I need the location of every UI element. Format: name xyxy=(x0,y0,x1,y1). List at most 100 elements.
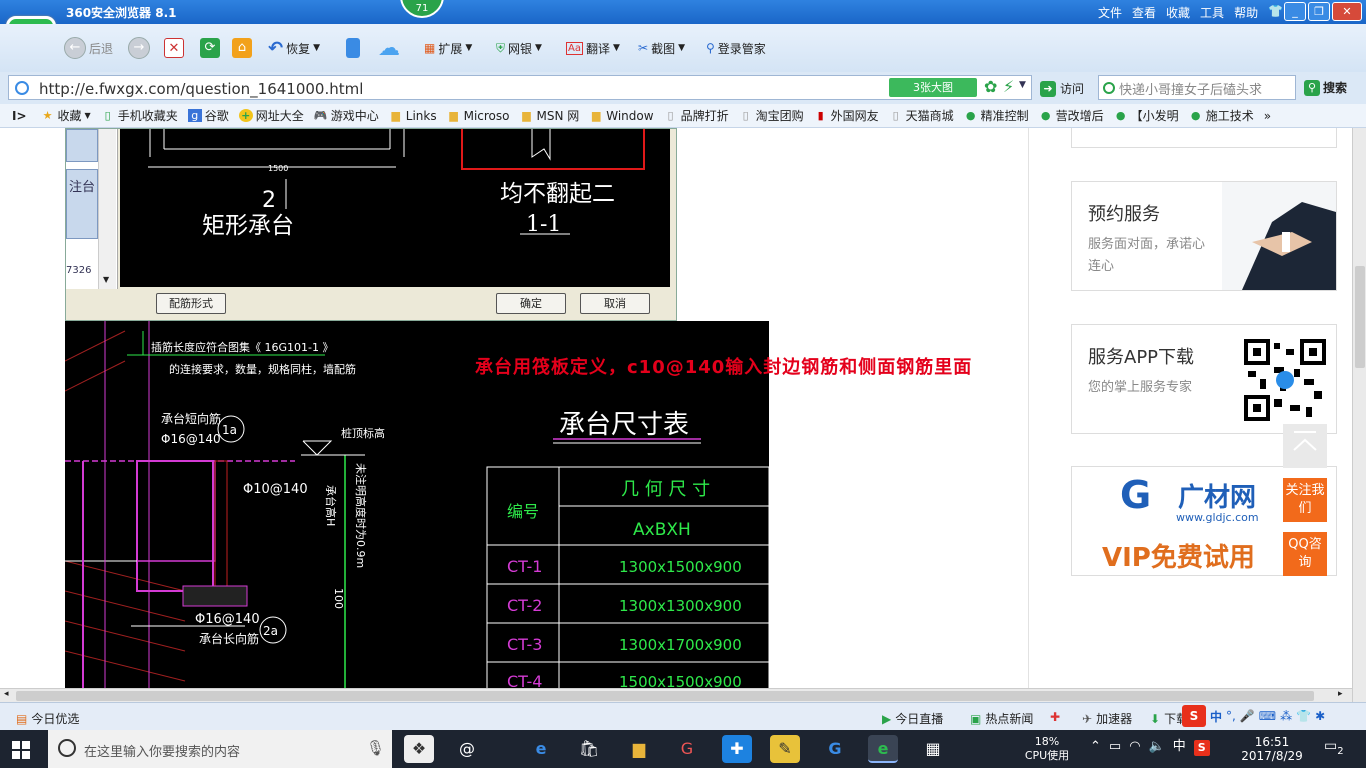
mobile-button[interactable] xyxy=(346,36,360,60)
bank-button[interactable]: ⛨ 网银 ▼ xyxy=(496,36,542,60)
menu-help[interactable]: 帮助 xyxy=(1234,4,1258,21)
swirl-app-icon[interactable]: @ xyxy=(452,735,482,763)
bookmark-item[interactable]: ★ 收藏 ▼ xyxy=(41,107,91,124)
explorer-icon[interactable]: ▆ xyxy=(624,735,654,763)
notes-icon[interactable]: ✎ xyxy=(770,735,800,763)
hot-news-button[interactable]: ▣ 热点新闻 xyxy=(970,710,1033,727)
skin-icon[interactable]: 👕 xyxy=(1268,4,1283,21)
browser-360-icon[interactable]: e xyxy=(868,735,898,763)
bookmark-item[interactable]: ▯ 手机收藏夹 xyxy=(101,107,178,124)
cad-scrollbar[interactable]: ▼ xyxy=(98,129,116,289)
menu-tools[interactable]: 工具 xyxy=(1200,4,1224,21)
short-rebar-spec: Φ16@140 xyxy=(161,432,221,446)
bookmark-item[interactable]: 🎮 游戏中心 xyxy=(314,107,379,124)
today-picks-button[interactable]: ▤ 今日优选 xyxy=(16,710,79,727)
bookmarks-more-icon[interactable]: » xyxy=(1264,109,1271,123)
bookmark-item[interactable]: ● 精准控制 xyxy=(964,107,1029,124)
scroll-right-icon[interactable]: ▸ xyxy=(1338,689,1343,699)
forward-button[interactable]: → xyxy=(128,36,150,60)
screenshot-button[interactable]: ✂ 截图 ▼ xyxy=(638,36,685,60)
menu-file[interactable]: 文件 xyxy=(1098,4,1122,21)
bookmark-item[interactable]: ● 施工技术 xyxy=(1189,107,1254,124)
app-misc-icon[interactable]: ▦ xyxy=(918,735,948,763)
url-text[interactable]: http://e.fwxgx.com/question_1641000.html xyxy=(39,80,363,98)
bookmark-item[interactable]: ▯ 品牌打折 xyxy=(664,107,729,124)
refresh-button[interactable]: ⟳ xyxy=(200,36,220,60)
bookmark-item[interactable]: ▆ Window xyxy=(589,109,654,123)
ime-toolbar[interactable]: S 中 °, 🎤 ⌨ ⁂ 👕 ✱ xyxy=(1182,705,1325,727)
chevron-up-icon[interactable]: ⌃ xyxy=(1090,740,1101,756)
menu-view[interactable]: 查看 xyxy=(1132,4,1156,21)
bookmark-item[interactable]: ● 【小发明 xyxy=(1114,107,1179,124)
page-content: 注台 7326 ▼ 1500 2 矩形承台 均不翻起二 1-1 配筋形式 确定 … xyxy=(0,128,1352,688)
home-button[interactable]: ⌂ xyxy=(232,36,252,60)
edge-icon[interactable]: e xyxy=(526,735,556,763)
ok-button[interactable]: 确定 xyxy=(496,293,566,314)
app-g2-icon[interactable]: G xyxy=(820,735,850,763)
search-button[interactable]: ⚲ 搜索 xyxy=(1304,79,1347,96)
cloud-button[interactable]: ☁ xyxy=(378,36,400,61)
app-plus-icon[interactable]: ✚ xyxy=(722,735,752,763)
stop-button[interactable]: ✕ xyxy=(164,36,184,60)
appointment-card[interactable]: 预约服务 服务面对面，承诺心连心 xyxy=(1071,181,1337,291)
horizontal-scrollbar[interactable]: ◂ ▸ xyxy=(0,688,1352,702)
search-input[interactable]: 快递小哥撞女子后磕头求 xyxy=(1098,75,1296,100)
store-icon[interactable]: 🛍 xyxy=(574,735,604,763)
cad-dim-label: 1500 xyxy=(268,164,288,173)
clock[interactable]: 16:51 2017/8/29 xyxy=(1236,735,1308,763)
sogou-tray-icon[interactable]: S xyxy=(1193,740,1210,756)
translate-button[interactable]: Aa 翻译 ▼ xyxy=(566,36,620,60)
bookmark-item[interactable]: + 网址大全 xyxy=(238,107,304,124)
qq-consult-button[interactable]: QQ咨询 xyxy=(1283,532,1327,576)
lightning-icon[interactable]: ⚡ xyxy=(1003,77,1014,96)
restore-button[interactable]: ↶ 恢复 ▼ xyxy=(268,36,320,60)
chevron-down-icon[interactable]: ▼ xyxy=(1019,80,1026,90)
back-button[interactable]: ← 后退 xyxy=(64,36,113,60)
folder-icon: ▆ xyxy=(522,109,531,122)
minimize-button[interactable]: _ xyxy=(1284,2,1306,21)
back-to-top-button[interactable] xyxy=(1283,424,1327,468)
task-view-icon[interactable]: ❖ xyxy=(404,735,434,763)
login-manager-button[interactable]: ⚲ 登录管家 xyxy=(706,36,766,60)
bookmark-item[interactable]: ● 营改增后 xyxy=(1039,107,1104,124)
big-image-button[interactable]: 3张大图 xyxy=(889,78,977,97)
bookmark-item[interactable]: ▆ Links xyxy=(389,109,437,123)
bookmark-item[interactable]: ▆ Microso xyxy=(447,109,509,123)
vertical-scrollbar[interactable] xyxy=(1352,128,1366,702)
rebar-form-button[interactable]: 配筋形式 xyxy=(156,293,226,314)
wifi-icon[interactable]: ◠ xyxy=(1129,740,1140,756)
close-button[interactable]: ✕ xyxy=(1332,2,1362,21)
maximize-button[interactable]: ❐ xyxy=(1308,2,1330,21)
bookmarks-toggle-icon[interactable]: I> xyxy=(12,109,27,123)
horizontal-scroll-thumb[interactable] xyxy=(16,691,1314,701)
bookmark-item[interactable]: ▮ 外国网友 xyxy=(814,107,879,124)
scroll-left-icon[interactable]: ◂ xyxy=(4,689,9,699)
mic-icon[interactable]: 🎙 xyxy=(366,739,385,757)
battery-icon[interactable]: ▭ xyxy=(1109,740,1121,756)
app-download-card[interactable]: 服务APP下载 您的掌上服务专家 xyxy=(1071,324,1337,434)
vertical-scroll-thumb[interactable] xyxy=(1355,266,1365,368)
address-bar[interactable]: http://e.fwxgx.com/question_1641000.html… xyxy=(8,75,1032,100)
taskbar-search-input[interactable]: 在这里输入你要搜索的内容 🎙 xyxy=(48,730,392,768)
notification-icon[interactable]: ▭2 xyxy=(1324,739,1344,759)
extend-button[interactable]: ▦ 扩展 ▼ xyxy=(424,36,472,60)
score-badge[interactable]: 71 xyxy=(400,0,444,18)
gear-icon[interactable]: ✿ xyxy=(984,77,997,96)
ime-indicator[interactable]: 中 xyxy=(1173,740,1186,756)
windows-start-icon[interactable] xyxy=(12,741,30,759)
cpu-meter[interactable]: 18% CPU使用 xyxy=(1024,735,1070,763)
bookmark-item[interactable]: ▆ MSN 网 xyxy=(519,107,579,124)
cross-icon[interactable]: ✚ xyxy=(1050,710,1060,724)
live-button[interactable]: ▶ 今日直播 xyxy=(882,710,943,727)
visit-button[interactable]: ➜ 访问 xyxy=(1040,80,1084,97)
volume-icon[interactable]: 🔈 xyxy=(1149,740,1165,756)
cancel-button[interactable]: 取消 xyxy=(580,293,650,314)
menu-favorites[interactable]: 收藏 xyxy=(1166,4,1190,21)
app-g-icon[interactable]: G xyxy=(672,735,702,763)
accelerator-button[interactable]: ✈ 加速器 xyxy=(1082,710,1132,727)
bookmark-item[interactable]: ▯ 淘宝团购 xyxy=(739,107,804,124)
bookmark-item[interactable]: ▯ 天猫商城 xyxy=(889,107,954,124)
bookmark-item[interactable]: g 谷歌 xyxy=(187,107,229,124)
follow-us-button[interactable]: 关注我们 xyxy=(1283,478,1327,522)
tray-icons: ⌃ ▭ ◠ 🔈 中 S xyxy=(1090,740,1210,756)
